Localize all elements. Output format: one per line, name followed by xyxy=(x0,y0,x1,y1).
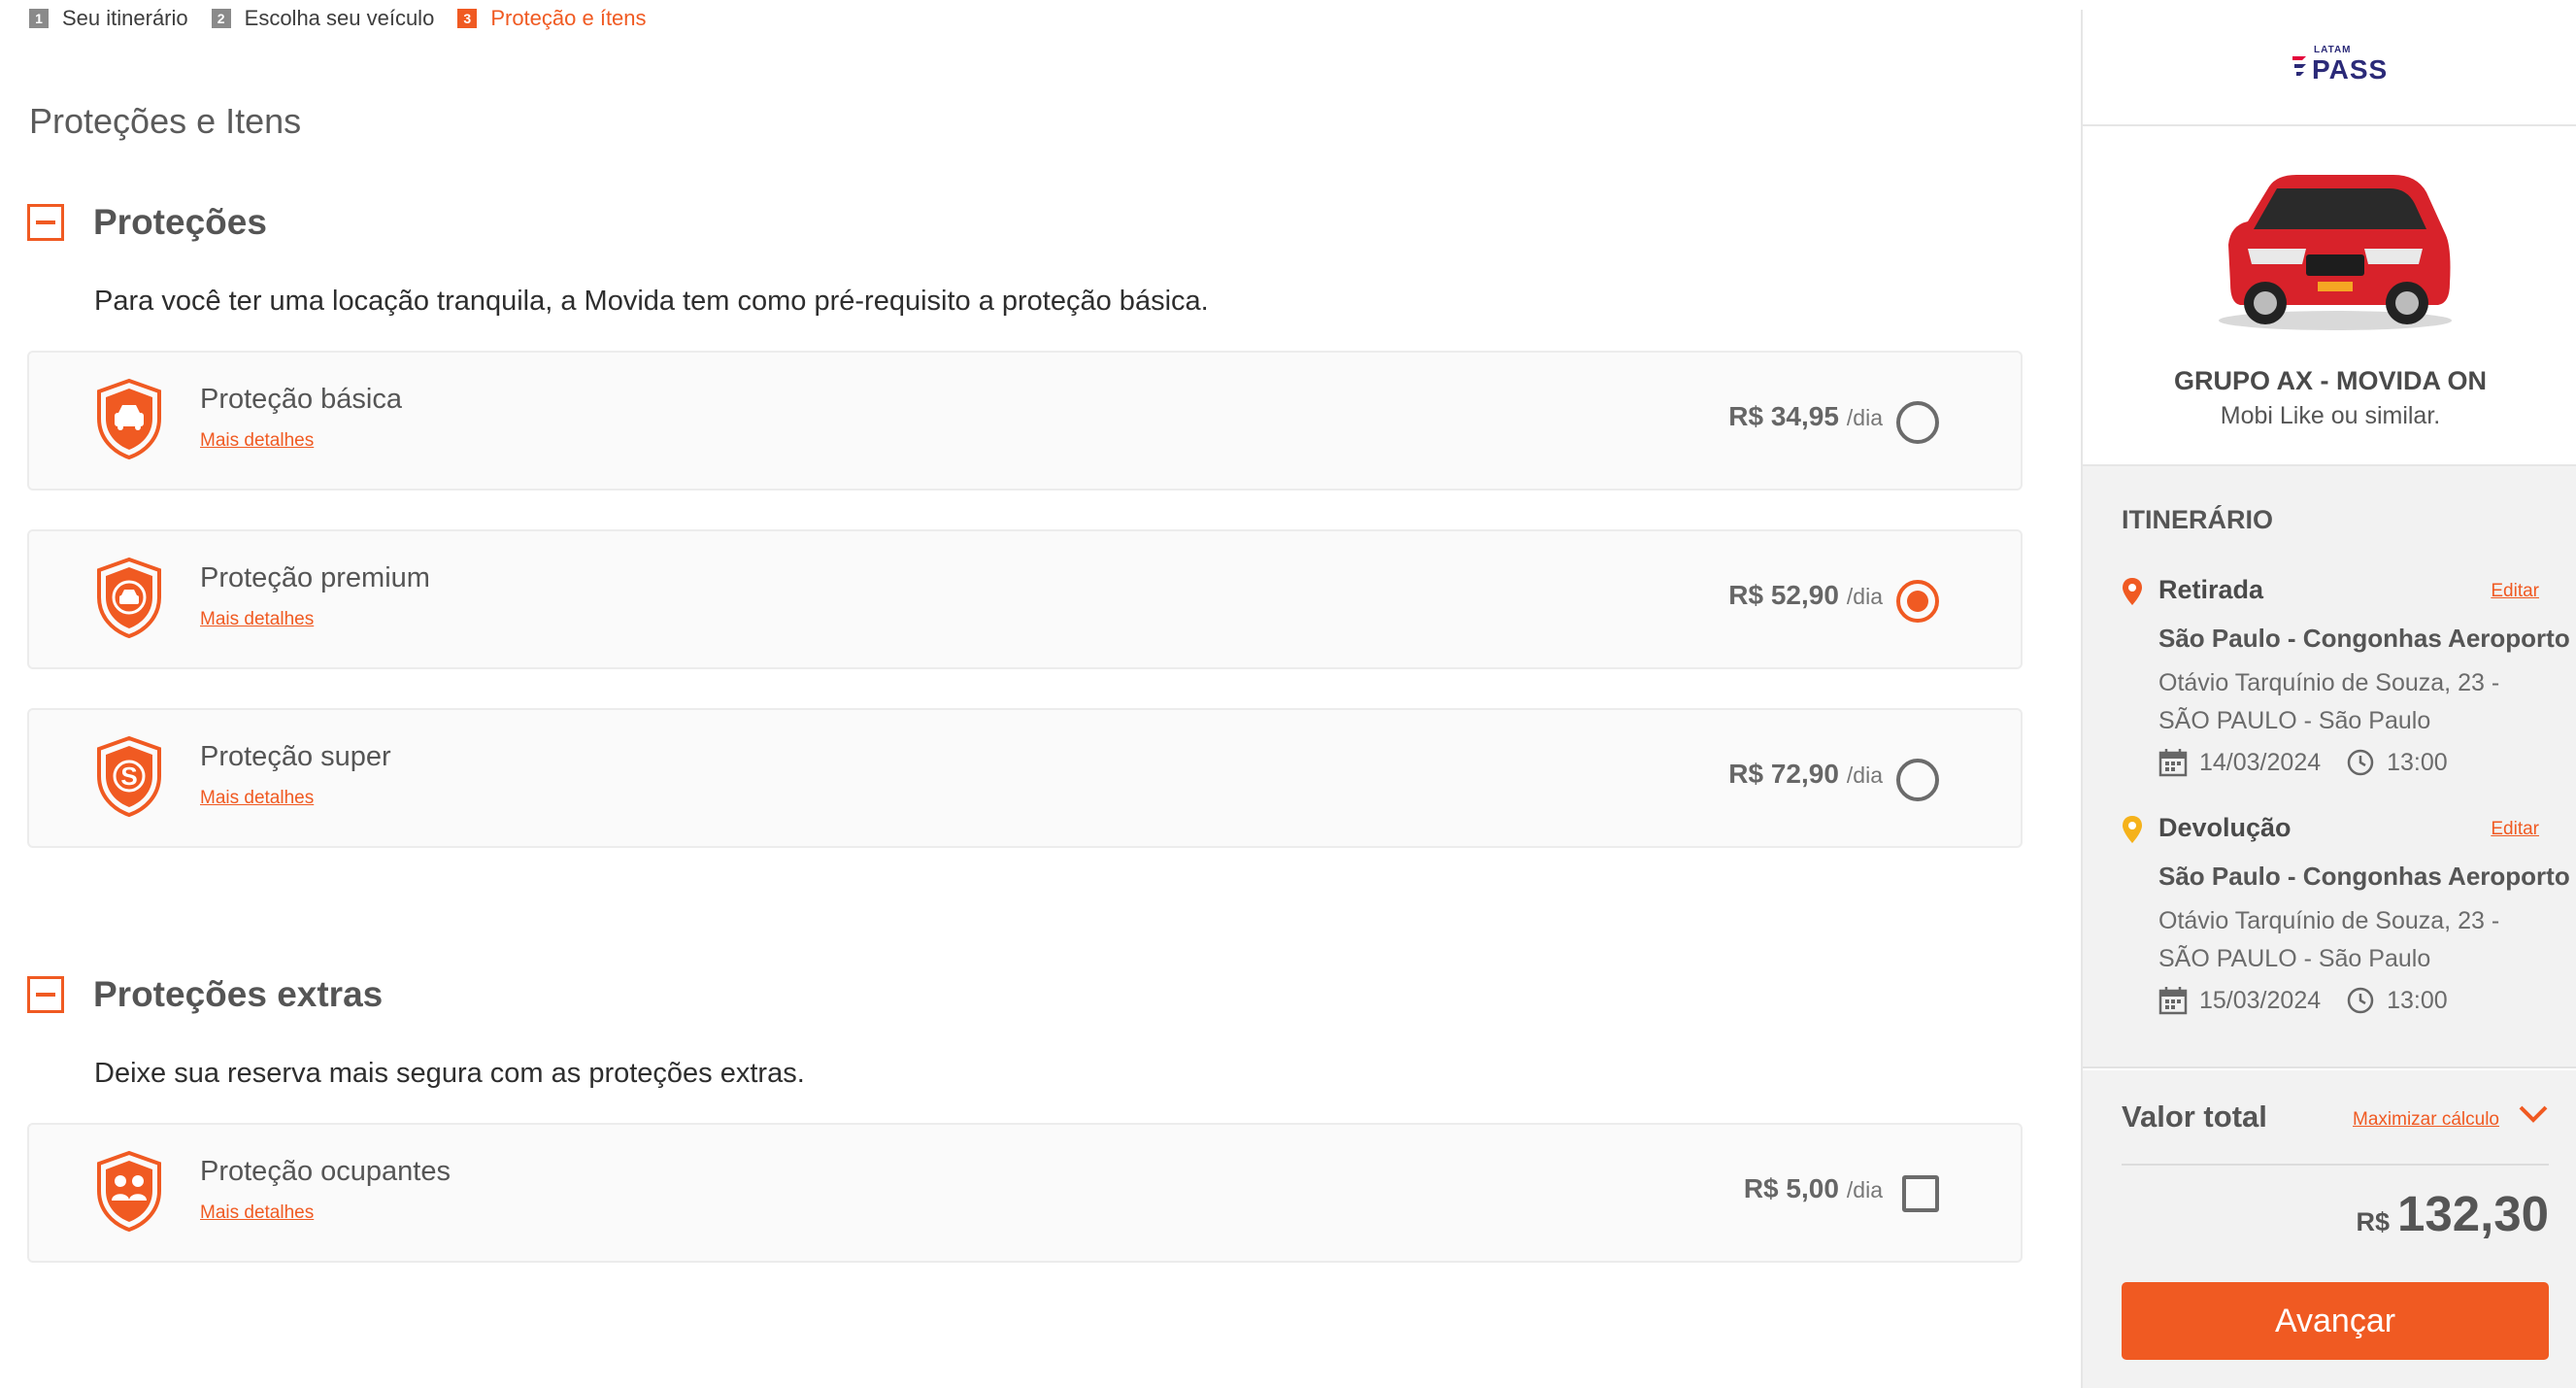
price: R$ 34,95 /dia xyxy=(1728,401,1883,432)
details-link[interactable]: Mais detalhes xyxy=(200,788,314,809)
price: R$ 52,90 /dia xyxy=(1728,580,1883,611)
dropoff-address: Otávio Tarquínio de Souza, 23 - SÃO PAUL… xyxy=(2158,907,2500,972)
protection-name: Proteção ocupantes xyxy=(200,1156,451,1187)
section-title: Proteções xyxy=(93,202,267,242)
chevron-down-icon[interactable] xyxy=(2518,1103,2549,1125)
logo-big-text: PASS xyxy=(2312,54,2389,85)
maximize-calc-link[interactable]: Maximizar cálculo xyxy=(2353,1109,2499,1131)
itinerary-title: ITINERÁRIO xyxy=(2122,505,2274,534)
shield-occupants-icon xyxy=(97,1150,161,1232)
latam-pass-logo: LATAM PASS xyxy=(2287,45,2387,85)
protection-name: Proteção básica xyxy=(200,384,402,415)
latam-mark-icon xyxy=(2292,56,2306,76)
step-vehicle[interactable]: 2 Escolha seu veículo xyxy=(211,6,435,31)
collapse-icon[interactable] xyxy=(27,976,64,1013)
shield-car-icon xyxy=(97,378,161,459)
protection-radio[interactable] xyxy=(1896,401,1939,444)
price-value: R$ 52,90 xyxy=(1728,580,1839,610)
price-unit: /dia xyxy=(1846,584,1883,609)
total-amount: 132,30 xyxy=(2397,1186,2549,1241)
price-unit: /dia xyxy=(1846,405,1883,430)
edit-pickup-link[interactable]: Editar xyxy=(2491,581,2539,602)
clock-icon xyxy=(2347,749,2374,776)
clock-icon xyxy=(2347,987,2374,1014)
step-number: 2 xyxy=(211,9,231,28)
section-description: Para você ter uma locação tranquila, a M… xyxy=(94,286,1209,317)
booking-summary-sidebar: LATAM PASS GRUPO AX - MOVIDA ON Mobi Lik… xyxy=(2081,10,2576,1388)
step-protection[interactable]: 3 Proteção e ítens xyxy=(457,6,647,31)
price: R$ 72,90 /dia xyxy=(1728,759,1883,790)
protection-card-premium[interactable]: Proteção premium Mais detalhes R$ 52,90 … xyxy=(27,529,2023,669)
pickup-time: 13:00 xyxy=(2387,748,2448,776)
pickup-datetime: 14/03/2024 13:00 xyxy=(2158,748,2448,777)
extras-header[interactable]: Proteções extras xyxy=(27,974,383,1015)
shield-s-icon: S xyxy=(97,735,161,817)
price-value: R$ 5,00 xyxy=(1743,1173,1839,1203)
step-label: Proteção e ítens xyxy=(490,6,647,30)
price-value: R$ 34,95 xyxy=(1728,401,1839,431)
car-group: GRUPO AX - MOVIDA ON xyxy=(2173,366,2487,395)
step-number: 1 xyxy=(29,9,49,28)
car-image xyxy=(2219,175,2452,330)
protection-name: Proteção premium xyxy=(200,562,430,593)
section-title: Proteções extras xyxy=(93,974,384,1014)
pickup-date: 14/03/2024 xyxy=(2199,748,2322,776)
shield-car-circle-icon xyxy=(97,557,161,638)
protection-radio-selected[interactable] xyxy=(1896,580,1939,623)
price-unit: /dia xyxy=(1846,762,1883,788)
page-title: Proteções e Itens xyxy=(29,101,302,141)
itinerary-panel: ITINERÁRIO Retirada Editar São Paulo - C… xyxy=(2083,466,2576,1068)
currency: R$ xyxy=(2356,1207,2390,1236)
step-itinerary[interactable]: 1 Seu itinerário xyxy=(29,6,188,31)
protection-radio[interactable] xyxy=(1896,759,1939,801)
step-label: Seu itinerário xyxy=(62,6,188,30)
edit-dropoff-link[interactable]: Editar xyxy=(2491,819,2539,840)
price: R$ 5,00 /dia xyxy=(1744,1173,1883,1204)
dropoff-datetime: 15/03/2024 13:00 xyxy=(2158,986,2448,1015)
dropoff-time: 13:00 xyxy=(2387,986,2448,1014)
pickup-pin-icon xyxy=(2123,578,2142,605)
dropoff-pin-icon xyxy=(2123,816,2142,843)
pickup-address: Otávio Tarquínio de Souza, 23 - SÃO PAUL… xyxy=(2158,669,2500,734)
stepper: 1 Seu itinerário 2 Escolha seu veículo 3… xyxy=(29,4,670,33)
dropoff-place: São Paulo - Congonhas Aeroporto xyxy=(2158,862,2570,891)
pickup-label: Retirada xyxy=(2158,575,2264,604)
calendar-icon xyxy=(2158,987,2188,1015)
advance-button[interactable]: Avançar xyxy=(2122,1282,2549,1360)
partner-logo-area: LATAM PASS xyxy=(2083,10,2576,126)
protection-card-super[interactable]: S Proteção super Mais detalhes R$ 72,90 … xyxy=(27,708,2023,848)
svg-text:S: S xyxy=(120,762,137,791)
car-model: Mobi Like ou similar. xyxy=(2220,402,2441,429)
protection-name: Proteção super xyxy=(200,741,391,772)
calendar-icon xyxy=(2158,749,2188,777)
pickup-place: São Paulo - Congonhas Aeroporto xyxy=(2158,624,2570,653)
details-link[interactable]: Mais detalhes xyxy=(200,1202,314,1224)
step-number: 3 xyxy=(457,9,478,28)
collapse-icon[interactable] xyxy=(27,204,64,241)
dropoff-label: Devolução xyxy=(2158,813,2292,842)
total-label: Valor total xyxy=(2122,1100,2267,1134)
vehicle-summary: GRUPO AX - MOVIDA ON Mobi Like ou simila… xyxy=(2083,128,2576,466)
extra-card-occupants[interactable]: Proteção ocupantes Mais detalhes R$ 5,00… xyxy=(27,1123,2023,1263)
price-unit: /dia xyxy=(1846,1177,1883,1202)
dropoff-date: 15/03/2024 xyxy=(2199,986,2322,1014)
protection-card-basic[interactable]: Proteção básica Mais detalhes R$ 34,95 /… xyxy=(27,351,2023,491)
details-link[interactable]: Mais detalhes xyxy=(200,609,314,630)
step-label: Escolha seu veículo xyxy=(244,6,435,30)
extra-checkbox[interactable] xyxy=(1902,1175,1939,1212)
protections-header[interactable]: Proteções xyxy=(27,202,267,243)
price-value: R$ 72,90 xyxy=(1728,759,1839,789)
divider xyxy=(2122,1164,2549,1166)
section-description: Deixe sua reserva mais segura com as pro… xyxy=(94,1058,805,1089)
total-panel: Valor total Maximizar cálculo R$ 132,30 … xyxy=(2083,1070,2576,1388)
details-link[interactable]: Mais detalhes xyxy=(200,430,314,452)
total-value: R$ 132,30 xyxy=(2356,1185,2549,1242)
